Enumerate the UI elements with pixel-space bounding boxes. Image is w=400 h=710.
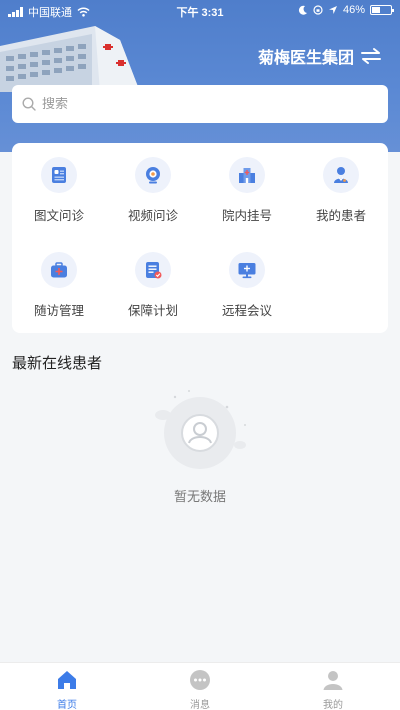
- menu-item-label: 保障计划: [127, 303, 178, 318]
- my-patients-icon: [334, 167, 348, 183]
- search-icon: [22, 97, 36, 111]
- location-arrow-icon: [328, 6, 337, 14]
- menu-item-label: 远程会议: [221, 303, 272, 318]
- function-menu-card: 图文问诊 视频问诊 院内挂号 我的患者 随访管理 保障计划 远程会议: [12, 143, 388, 333]
- search-bar[interactable]: [12, 85, 388, 123]
- followup-kit-icon: [51, 262, 67, 278]
- tab-label: 首页: [57, 700, 77, 710]
- bottom-tab-bar: 首页 消息 我的: [0, 662, 400, 710]
- hospital-register-icon: [239, 168, 255, 183]
- header-banner: [0, 0, 400, 152]
- tab-messages[interactable]: 消息: [160, 669, 240, 710]
- menu-item-video-consult[interactable]: 视频问诊: [106, 143, 200, 223]
- lock-rotation-icon: [313, 5, 323, 15]
- status-bar: 中国联通 下午 3:31 46%: [0, 0, 400, 22]
- hospital-building-image: [0, 26, 140, 92]
- menu-item-label: 院内挂号: [221, 208, 272, 223]
- menu-item-label: 我的患者: [315, 208, 366, 223]
- swap-arrows-icon[interactable]: [360, 47, 382, 65]
- remote-meeting-icon: [238, 263, 256, 279]
- message-icon: [190, 670, 210, 690]
- tab-label: 我的: [323, 700, 343, 710]
- profile-icon: [323, 671, 343, 690]
- section-title: 最新在线患者: [12, 354, 103, 372]
- empty-avatar-icon: [155, 390, 246, 469]
- protection-plan-icon: [146, 262, 162, 279]
- battery-fill: [372, 7, 381, 13]
- tab-home[interactable]: 首页: [27, 669, 107, 710]
- menu-item-hospital-register[interactable]: 院内挂号: [200, 143, 294, 223]
- menu-item-followup[interactable]: 随访管理: [12, 238, 106, 318]
- empty-state-text: 暂无数据: [173, 490, 226, 505]
- menu-item-label: 随访管理: [33, 303, 84, 318]
- menu-item-remote-meeting[interactable]: 远程会议: [200, 238, 294, 318]
- search-input[interactable]: [42, 96, 342, 112]
- battery-percent: 46%: [342, 4, 365, 16]
- org-name: 菊梅医生集团: [257, 48, 354, 67]
- battery-icon: [370, 5, 394, 15]
- video-consult-icon: [146, 167, 160, 184]
- home-icon: [58, 671, 76, 689]
- menu-item-image-text-consult[interactable]: 图文问诊: [12, 143, 106, 223]
- moon-icon: [298, 5, 307, 15]
- menu-item-label: 图文问诊: [33, 208, 84, 223]
- tab-label: 消息: [190, 700, 210, 710]
- org-switcher[interactable]: 菊梅医生集团: [258, 44, 382, 68]
- menu-item-label: 视频问诊: [127, 208, 178, 223]
- menu-item-my-patients[interactable]: 我的患者: [294, 143, 388, 223]
- tab-mine[interactable]: 我的: [293, 669, 373, 710]
- image-text-consult-icon: [52, 167, 66, 183]
- menu-item-protection-plan[interactable]: 保障计划: [106, 238, 200, 318]
- empty-state: 暂无数据: [0, 385, 400, 515]
